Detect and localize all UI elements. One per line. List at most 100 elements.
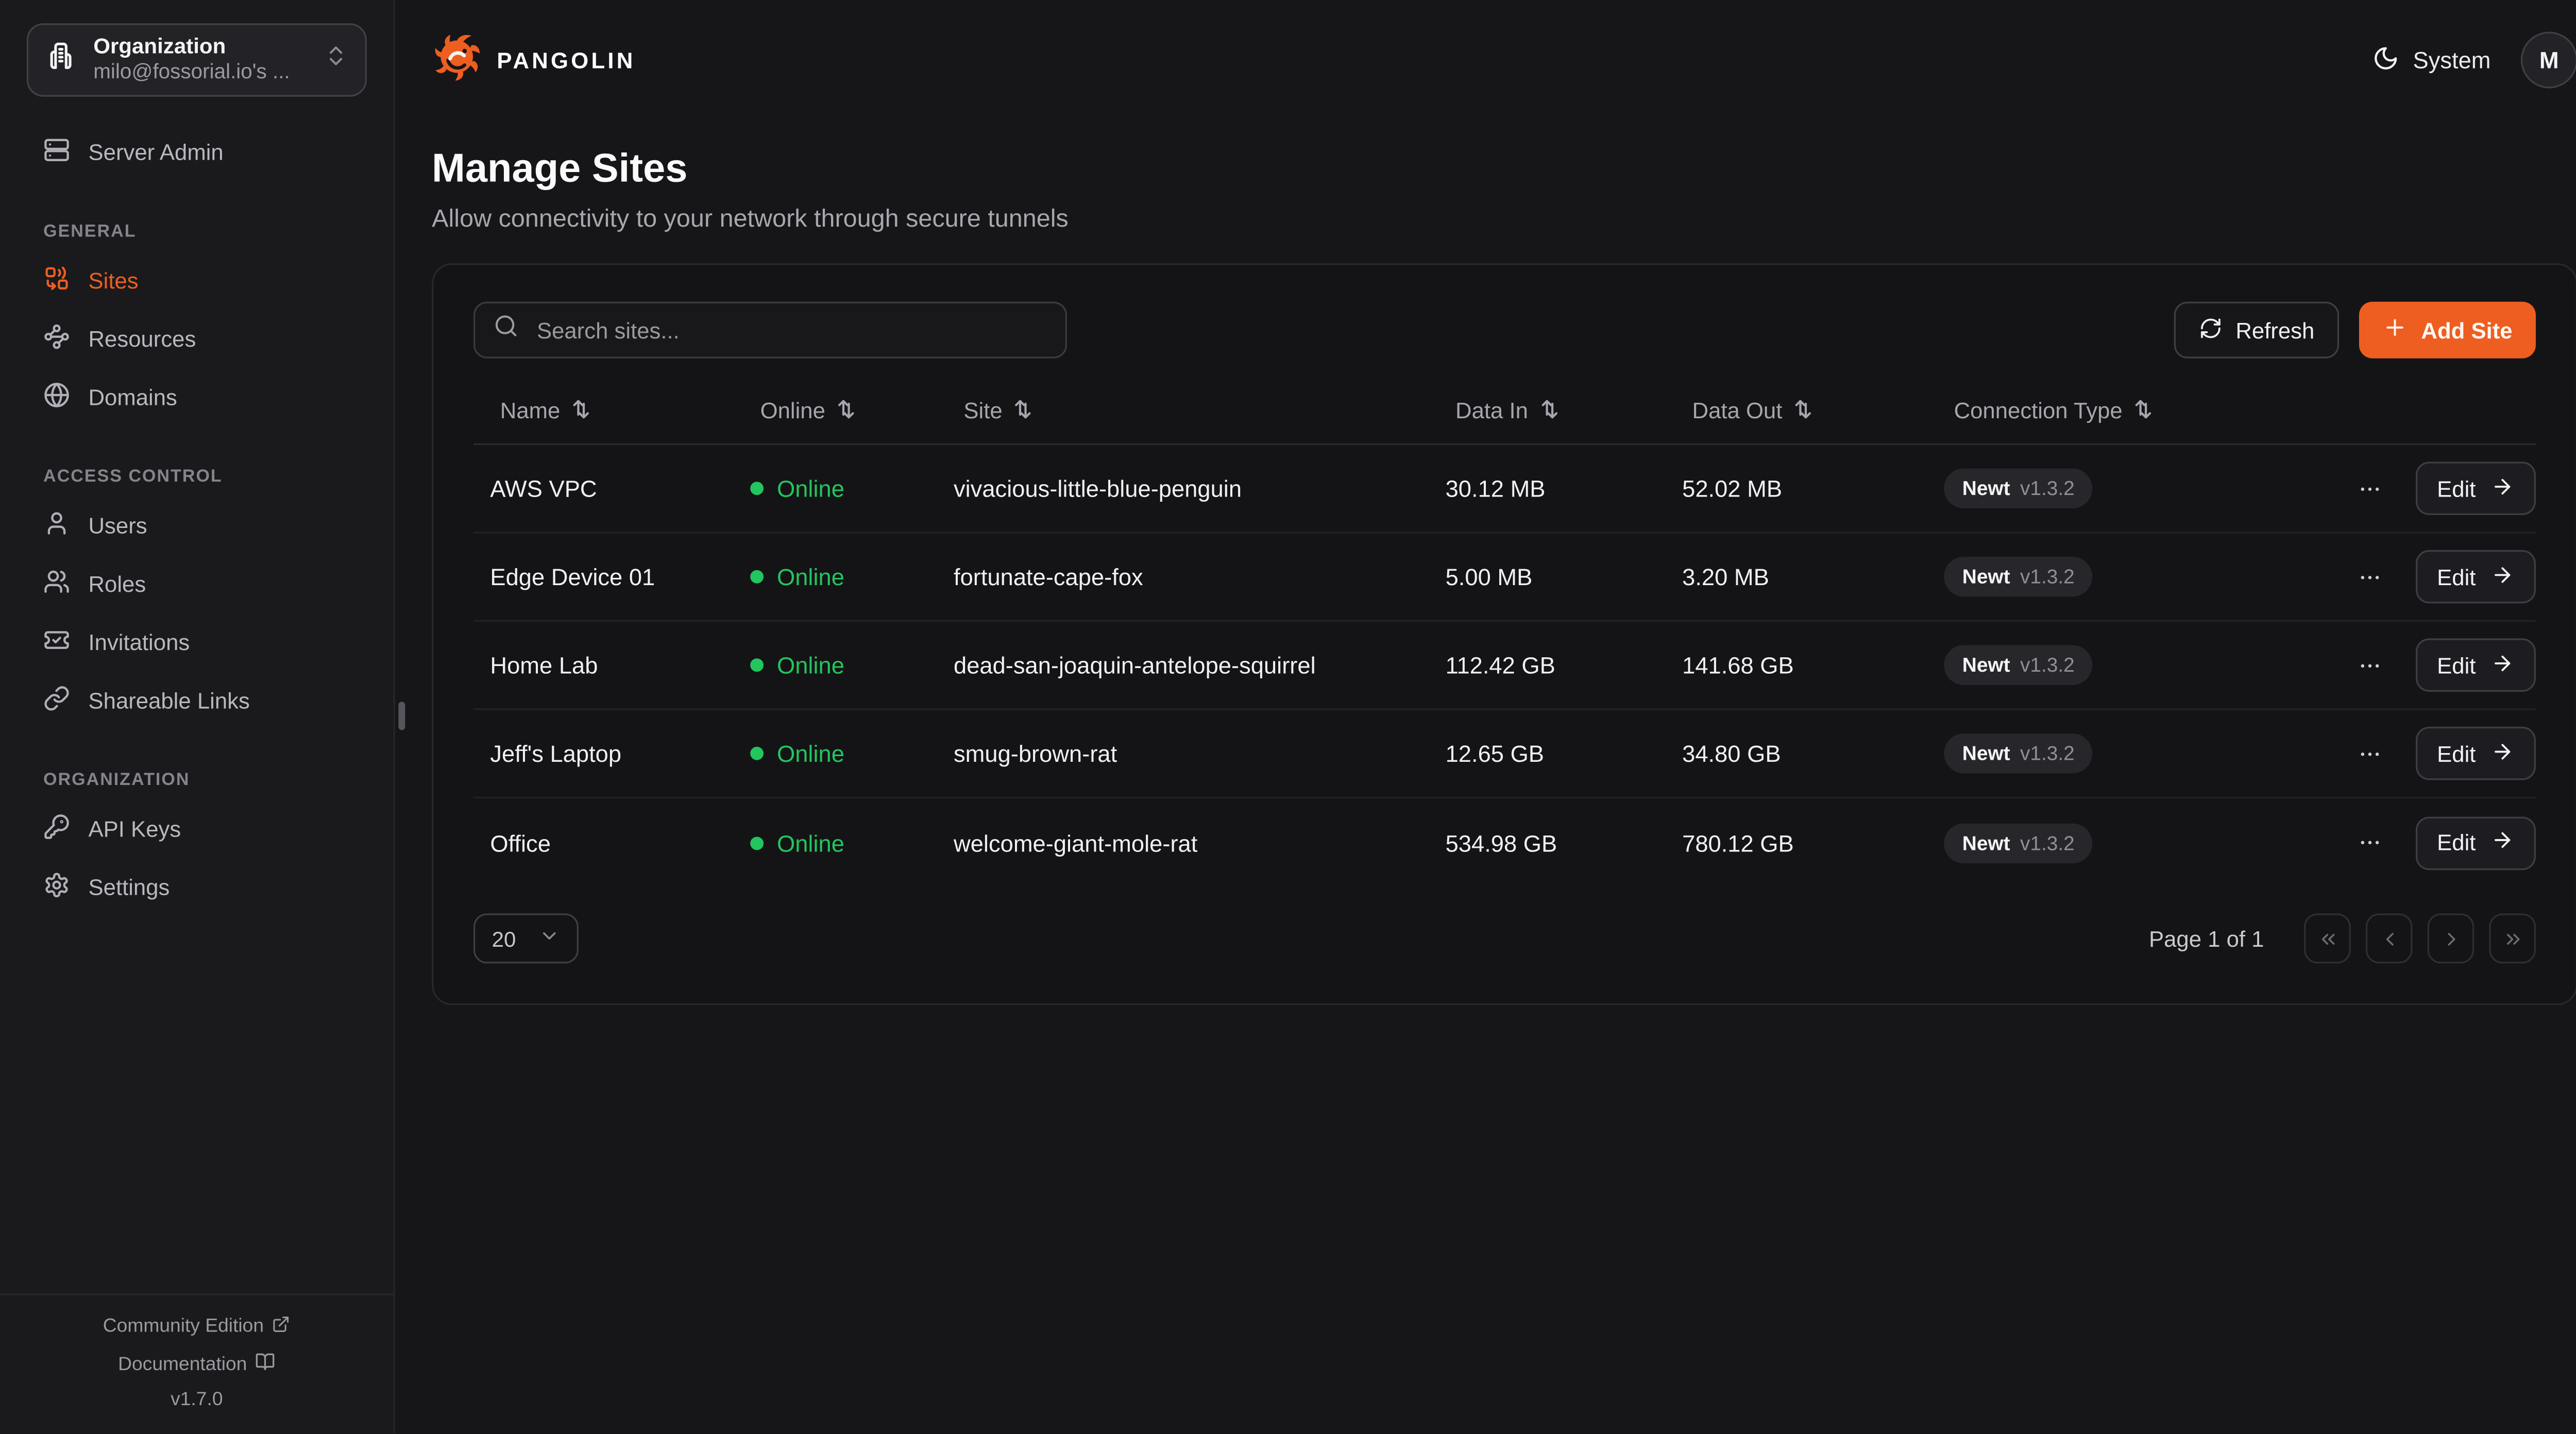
- sidebar-item-resources[interactable]: Resources: [27, 310, 367, 368]
- server-icon: [43, 136, 70, 168]
- sidebar-item-label: Roles: [89, 572, 146, 597]
- row-menu-button[interactable]: [2350, 557, 2388, 595]
- waypoints-icon: [43, 323, 70, 355]
- add-site-button[interactable]: Add Site: [2360, 302, 2536, 358]
- theme-label: System: [2413, 47, 2491, 74]
- edit-button[interactable]: Edit: [2415, 462, 2536, 515]
- row-menu-button[interactable]: [2350, 734, 2388, 772]
- chevrons-up-down-icon: [324, 43, 349, 77]
- organization-selector[interactable]: Organization milo@fossorial.io's ...: [27, 23, 367, 96]
- sidebar-item-label: Sites: [89, 268, 139, 294]
- cell-connection-type: Newtv1.3.2: [1927, 468, 2332, 508]
- sidebar-item-roles[interactable]: Roles: [27, 555, 367, 613]
- pagination-right: Page 1 of 1: [2149, 913, 2536, 963]
- sidebar-item-server-admin[interactable]: Server Admin: [27, 123, 367, 181]
- cell-actions: Edit: [2332, 550, 2536, 604]
- column-header-name[interactable]: Name: [473, 398, 734, 424]
- sidebar-resize-handle[interactable]: [398, 702, 405, 730]
- column-header-online[interactable]: Online: [734, 398, 937, 424]
- table-row: AWS VPC Online vivacious-little-blue-pen…: [473, 445, 2536, 534]
- pagination-buttons: [2304, 913, 2536, 963]
- cell-data-out: 52.02 MB: [1666, 475, 1927, 502]
- cell-site: vivacious-little-blue-penguin: [937, 475, 1429, 502]
- sidebar-item-sites[interactable]: Sites: [27, 252, 367, 310]
- connection-badge: Newtv1.3.2: [1944, 823, 2093, 863]
- edit-button[interactable]: Edit: [2415, 550, 2536, 604]
- theme-toggle[interactable]: System: [2373, 44, 2491, 76]
- documentation-link[interactable]: Documentation: [118, 1352, 275, 1377]
- column-header-site[interactable]: Site: [937, 398, 1429, 424]
- row-menu-button[interactable]: [2350, 824, 2388, 862]
- refresh-button[interactable]: Refresh: [2174, 302, 2340, 358]
- previous-page-button[interactable]: [2366, 913, 2413, 963]
- cell-online: Online: [734, 564, 937, 590]
- sidebar-item-users[interactable]: Users: [27, 497, 367, 555]
- main-area: PANGOLIN System M Manage Sites Allow con…: [395, 0, 2576, 1433]
- community-edition-label: Community Edition: [103, 1317, 264, 1337]
- cell-name: Office: [473, 829, 734, 856]
- last-page-button[interactable]: [2489, 913, 2536, 963]
- search-input[interactable]: [534, 316, 1047, 344]
- cell-data-out: 34.80 GB: [1666, 740, 1927, 767]
- external-link-icon: [272, 1315, 291, 1338]
- column-header-connection-type[interactable]: Connection Type: [1927, 398, 2332, 424]
- table-row: Home Lab Online dead-san-joaquin-antelop…: [473, 622, 2536, 710]
- sidebar-footer: Community Edition Documentation v1.7.0: [0, 1293, 394, 1433]
- cell-online: Online: [734, 829, 937, 856]
- sidebar-item-label: Users: [89, 514, 147, 539]
- nav-section-general: GENERAL: [27, 221, 367, 242]
- sidebar-item-label: Server Admin: [89, 140, 224, 165]
- plus-icon: [2383, 315, 2408, 345]
- sidebar-menu: Server Admin GENERAL Sites Resources Dom…: [27, 123, 367, 916]
- community-edition-link[interactable]: Community Edition: [103, 1315, 291, 1338]
- first-page-button[interactable]: [2304, 913, 2351, 963]
- sort-icon: [1538, 398, 1560, 424]
- topbar-right: System M: [2373, 31, 2576, 88]
- sidebar-item-shareable-links[interactable]: Shareable Links: [27, 672, 367, 730]
- arrow-right-icon: [2491, 474, 2514, 503]
- cell-actions: Edit: [2332, 462, 2536, 515]
- edit-button[interactable]: Edit: [2415, 727, 2536, 780]
- sort-icon: [1792, 398, 1814, 424]
- cell-site: fortunate-cape-fox: [937, 564, 1429, 590]
- sidebar-item-domains[interactable]: Domains: [27, 368, 367, 426]
- refresh-icon: [2199, 316, 2222, 344]
- sidebar-item-api-keys[interactable]: API Keys: [27, 800, 367, 858]
- sort-icon: [1012, 398, 1034, 424]
- next-page-button[interactable]: [2428, 913, 2475, 963]
- search-icon: [494, 313, 519, 347]
- column-header-data-in[interactable]: Data In: [1429, 398, 1666, 424]
- row-menu-button[interactable]: [2350, 646, 2388, 684]
- page-size-select[interactable]: 20: [473, 913, 579, 963]
- toolbar-buttons: Refresh Add Site: [2174, 302, 2536, 358]
- cell-name: Jeff's Laptop: [473, 740, 734, 767]
- ticket-check-icon: [43, 627, 70, 658]
- sort-icon: [835, 398, 857, 424]
- avatar[interactable]: M: [2521, 31, 2576, 88]
- topbar: PANGOLIN System M: [395, 0, 2576, 120]
- edit-button[interactable]: Edit: [2415, 816, 2536, 869]
- connection-badge: Newtv1.3.2: [1944, 733, 2093, 774]
- sidebar-nav: Organization milo@fossorial.io's ... Ser…: [0, 0, 394, 1293]
- app-window: Organization milo@fossorial.io's ... Ser…: [0, 0, 2576, 1433]
- brand: PANGOLIN: [432, 31, 635, 89]
- sidebar-item-invitations[interactable]: Invitations: [27, 613, 367, 672]
- brand-name: PANGOLIN: [497, 47, 635, 73]
- sidebar-item-label: Shareable Links: [89, 688, 250, 713]
- cell-site: smug-brown-rat: [937, 740, 1429, 767]
- column-header-data-out[interactable]: Data Out: [1666, 398, 1927, 424]
- edit-button[interactable]: Edit: [2415, 638, 2536, 692]
- sidebar-item-settings[interactable]: Settings: [27, 859, 367, 917]
- gear-icon: [43, 872, 70, 903]
- row-menu-button[interactable]: [2350, 469, 2388, 507]
- sidebar-item-label: Resources: [89, 327, 196, 352]
- cell-actions: Edit: [2332, 638, 2536, 692]
- cell-name: Home Lab: [473, 652, 734, 678]
- sidebar-item-label: Invitations: [89, 630, 190, 655]
- sort-icon: [2132, 398, 2154, 424]
- cell-site: welcome-giant-mole-rat: [937, 829, 1429, 856]
- search-box: [473, 302, 1067, 358]
- content: Manage Sites Allow connectivity to your …: [395, 120, 2576, 1005]
- arrow-right-icon: [2491, 562, 2514, 591]
- chevron-down-icon: [538, 925, 560, 952]
